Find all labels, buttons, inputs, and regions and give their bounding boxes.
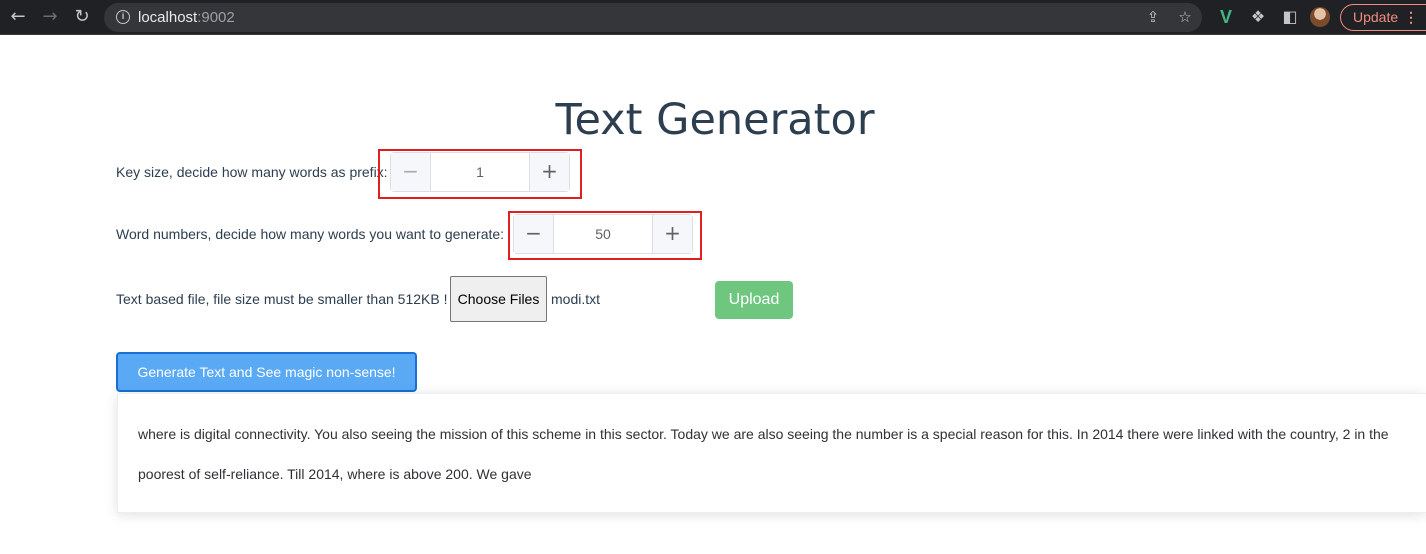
selected-file-name: modi.txt [551, 291, 601, 307]
key-size-highlight-box [378, 149, 582, 199]
word-numbers-highlight-box [508, 211, 702, 260]
generate-text-button[interactable]: Generate Text and See magic non-sense! [116, 352, 417, 392]
share-icon[interactable]: ⇪ [1144, 8, 1162, 26]
generated-text: where is digital connectivity. You also … [138, 426, 1389, 482]
browser-toolbar: ← → ↻ i localhost:9002 ⇪ ☆ V ❖ ◧ Update … [0, 0, 1426, 35]
update-button[interactable]: Update ⋮ [1340, 4, 1426, 31]
profile-avatar[interactable] [1310, 7, 1330, 27]
file-size-label: Text based file, file size must be small… [116, 291, 448, 307]
choose-files-button[interactable]: Choose Files [450, 276, 547, 322]
more-menu-icon[interactable]: ⋮ [1404, 5, 1418, 30]
address-bar[interactable]: i localhost:9002 ⇪ ☆ [104, 3, 1202, 32]
side-panel-icon[interactable]: ◧ [1280, 7, 1300, 27]
key-size-label: Key size, decide how many words as prefi… [116, 164, 388, 180]
upload-button[interactable]: Upload [715, 281, 793, 319]
page-title: Text Generator [555, 95, 875, 145]
word-numbers-label: Word numbers, decide how many words you … [116, 226, 505, 242]
reload-icon[interactable]: ↻ [71, 6, 93, 28]
vue-devtools-icon[interactable]: V [1216, 7, 1236, 27]
extensions-puzzle-icon[interactable]: ❖ [1248, 7, 1268, 27]
generated-text-card: where is digital connectivity. You also … [117, 393, 1426, 513]
site-info-icon[interactable]: i [116, 10, 130, 24]
url-text[interactable]: localhost:9002 [138, 9, 235, 26]
back-icon[interactable]: ← [7, 6, 29, 28]
forward-icon[interactable]: → [39, 6, 61, 28]
bookmark-star-icon[interactable]: ☆ [1176, 8, 1194, 26]
